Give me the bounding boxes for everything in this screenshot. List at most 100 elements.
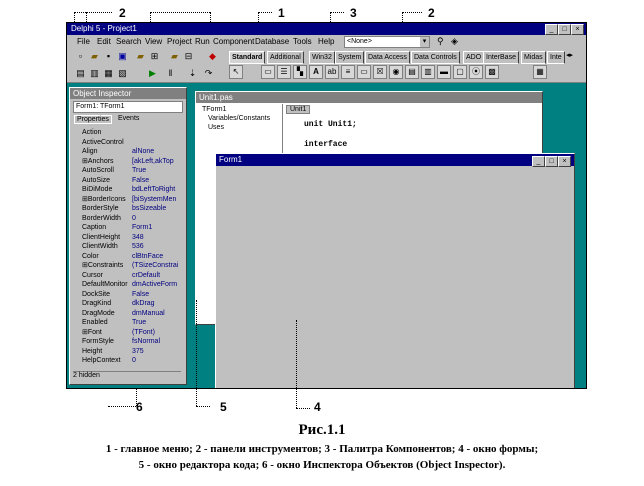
minimize-button[interactable]: _ <box>545 24 558 35</box>
property-row[interactable]: Enabled True <box>74 318 178 327</box>
combobox-component-icon[interactable]: ▥ <box>421 65 435 79</box>
memo-component-icon[interactable]: ≡ <box>341 65 355 79</box>
save-icon[interactable]: ▪ <box>101 49 116 63</box>
form-maximize-button[interactable]: □ <box>545 156 558 167</box>
tab-standard[interactable]: Standard <box>229 51 266 64</box>
toggle-icon[interactable]: ▦ <box>101 66 116 80</box>
property-row[interactable]: Cursor crDefault <box>74 271 178 280</box>
property-row[interactable]: ActiveControl <box>74 138 178 147</box>
property-name: Align <box>82 148 98 155</box>
menu-view[interactable]: View <box>145 35 162 48</box>
property-row[interactable]: Caption Form1 <box>74 223 178 232</box>
menu-component[interactable]: Component <box>213 35 254 48</box>
property-row[interactable]: ⊞BorderIcons [biSystemMen <box>74 195 178 204</box>
property-row[interactable]: Height 375 <box>74 347 178 356</box>
scrollbar-component-icon[interactable]: ▬ <box>437 65 451 79</box>
config-combo[interactable]: <None> ▾ <box>344 36 430 48</box>
palette-scroll-icon[interactable]: ◂▸ <box>566 51 573 59</box>
view-unit-icon[interactable]: ▤ <box>73 66 88 80</box>
pointer-icon[interactable]: ↖ <box>229 65 243 79</box>
property-row[interactable]: AutoSize False <box>74 176 178 185</box>
tree-item-uses[interactable]: Uses <box>208 124 224 131</box>
tab-data-controls[interactable]: Data Controls <box>411 51 460 64</box>
actionlist-component-icon[interactable]: ▦ <box>533 65 547 79</box>
maximize-button[interactable]: □ <box>558 24 571 35</box>
property-row[interactable]: ClientWidth 536 <box>74 242 178 251</box>
step-over-icon[interactable]: ↷ <box>201 66 216 80</box>
property-row[interactable]: DragKind dkDrag <box>74 299 178 308</box>
open-icon[interactable]: ▰ <box>87 49 102 63</box>
button-component-icon[interactable]: ▭ <box>357 65 371 79</box>
view-form-icon[interactable]: ▥ <box>87 66 102 80</box>
property-row[interactable]: ⊞Anchors [akLeft,akTop <box>74 157 178 166</box>
tab-events[interactable]: Events <box>116 115 141 122</box>
menu-edit[interactable]: Edit <box>97 35 111 48</box>
tab-additional[interactable]: Additional <box>267 51 304 64</box>
radiogroup-component-icon[interactable]: ⦿ <box>469 65 483 79</box>
add-file-icon[interactable]: ⊞ <box>147 49 162 63</box>
tab-ado[interactable]: ADO <box>463 51 485 64</box>
property-row[interactable]: BorderStyle bsSizeable <box>74 204 178 213</box>
run-icon[interactable]: ▶ <box>145 66 160 80</box>
component-icon[interactable]: ◈ <box>451 35 458 48</box>
menu-file[interactable]: File <box>77 35 90 48</box>
property-value: dmManual <box>132 309 165 317</box>
close-button[interactable]: × <box>571 24 584 35</box>
tab-properties[interactable]: Properties <box>74 115 112 124</box>
folder-icon[interactable]: ▰ <box>167 49 182 63</box>
panel-component-icon[interactable]: ▩ <box>485 65 499 79</box>
property-row[interactable]: ClientHeight 348 <box>74 233 178 242</box>
main-menu-component-icon[interactable]: ☰ <box>277 65 291 79</box>
remove-file-icon[interactable]: ⊟ <box>181 49 196 63</box>
form-close-button[interactable]: × <box>558 156 571 167</box>
frame-icon[interactable]: ▭ <box>261 65 275 79</box>
tab-data-access[interactable]: Data Access <box>365 51 410 64</box>
groupbox-component-icon[interactable]: ▢ <box>453 65 467 79</box>
property-row[interactable]: Action <box>74 128 178 137</box>
object-selector[interactable]: Form1: TForm1 <box>73 101 183 113</box>
property-row[interactable]: Color clBtnFace <box>74 252 178 261</box>
property-row[interactable]: BiDiMode bdLeftToRight <box>74 185 178 194</box>
open-project-icon[interactable]: ▰ <box>133 49 148 63</box>
property-row[interactable]: BorderWidth 0 <box>74 214 178 223</box>
property-row[interactable]: ⊞Constraints (TSizeConstraints) <box>74 261 178 270</box>
menu-search[interactable]: Search <box>116 35 141 48</box>
binoculars-icon[interactable]: ⚲ <box>437 35 444 48</box>
edit-component-icon[interactable]: ab <box>325 65 339 79</box>
help-icon[interactable]: ◆ <box>205 49 220 63</box>
property-row[interactable]: DefaultMonitor dmActiveForm <box>74 280 178 289</box>
listbox-component-icon[interactable]: ▤ <box>405 65 419 79</box>
label-component-icon[interactable]: A <box>309 65 323 79</box>
menu-project[interactable]: Project <box>167 35 192 48</box>
form-window[interactable]: Form1 _ □ × <box>215 153 575 388</box>
trace-into-icon[interactable]: ⇣ <box>185 66 200 80</box>
property-row[interactable]: FormStyle fsNormal <box>74 337 178 346</box>
pause-icon[interactable]: ‖ <box>163 66 178 80</box>
save-all-icon[interactable]: ▣ <box>115 49 130 63</box>
property-row[interactable]: Align alNone <box>74 147 178 156</box>
form-minimize-button[interactable]: _ <box>532 156 545 167</box>
checkbox-component-icon[interactable]: ☒ <box>373 65 387 79</box>
tab-system[interactable]: System <box>335 51 365 64</box>
radiobutton-component-icon[interactable]: ◉ <box>389 65 403 79</box>
tab-win32[interactable]: Win32 <box>309 51 335 64</box>
new-icon[interactable]: ▫ <box>73 49 88 63</box>
property-name: DockSite <box>82 290 111 298</box>
property-row[interactable]: AutoScroll True <box>74 166 178 175</box>
menu-database[interactable]: Database <box>255 35 289 48</box>
menu-help[interactable]: Help <box>318 35 334 48</box>
tree-item-variables[interactable]: Variables/Constants <box>208 115 270 122</box>
popup-menu-icon[interactable]: ▚ <box>293 65 307 79</box>
property-row[interactable]: ⊞Font (TFont) <box>74 328 178 337</box>
tree-root[interactable]: TForm1 <box>202 106 227 113</box>
tab-midas[interactable]: Midas <box>521 51 546 64</box>
property-row[interactable]: HelpContext 0 <box>74 356 178 365</box>
new-form-icon[interactable]: ▧ <box>115 66 130 80</box>
editor-tab-unit1[interactable]: Unit1 <box>286 105 311 114</box>
tab-interbase[interactable]: InterBase <box>483 51 519 64</box>
property-row[interactable]: DragMode dmManual <box>74 309 178 318</box>
property-row[interactable]: DockSite False <box>74 290 178 299</box>
tab-internet[interactable]: Inte <box>547 51 565 64</box>
menu-run[interactable]: Run <box>195 35 210 48</box>
menu-tools[interactable]: Tools <box>293 35 312 48</box>
